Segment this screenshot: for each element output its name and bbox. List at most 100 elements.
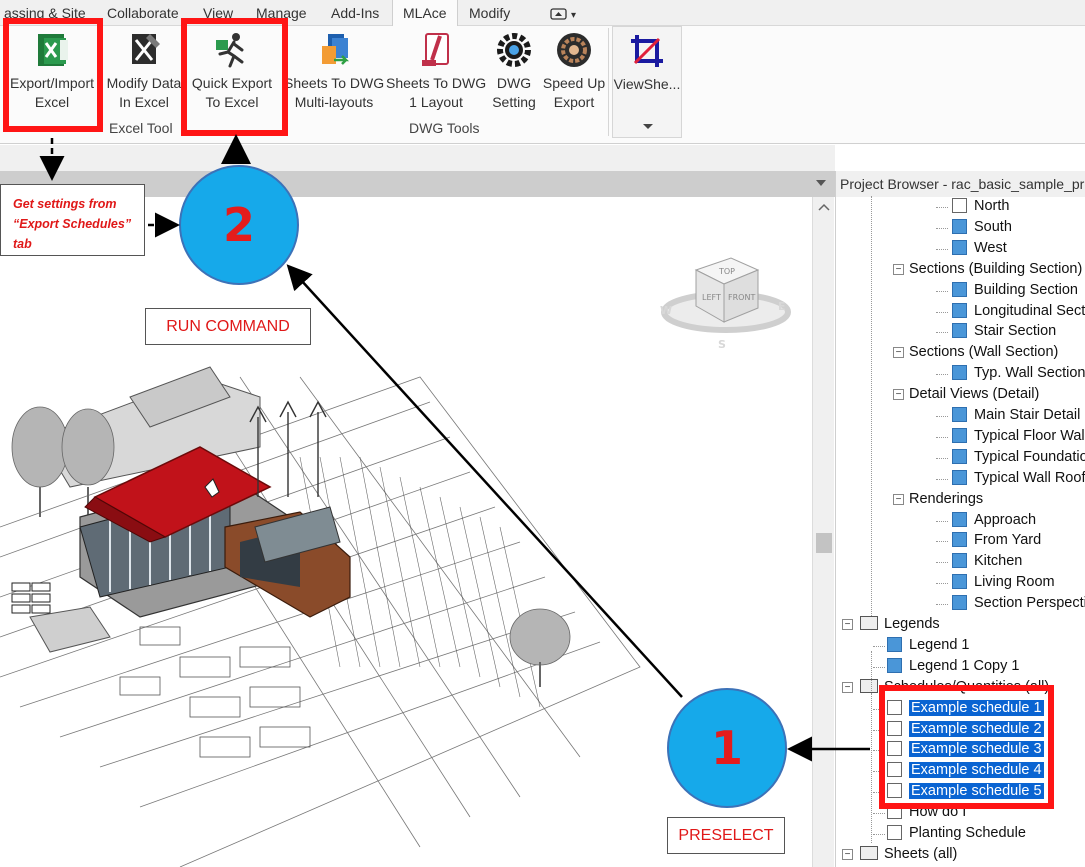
speed-up-export-label: Speed Up Export (542, 75, 606, 110)
viewsheet-label: ViewShe... (613, 76, 681, 92)
view-icon (952, 281, 967, 297)
tree-item-typical-floor-wall-conn[interactable]: Typical Floor Wall Conn (836, 426, 1085, 447)
modify-data-in-excel-button[interactable]: Modify Data In Excel (104, 30, 184, 112)
tab-add-ins[interactable]: Add-Ins (331, 0, 379, 26)
tree-item-building-section[interactable]: Building Section (836, 280, 1078, 301)
tree-item-label: Detail Views (Detail) (909, 386, 1040, 403)
run-command-label: RUN COMMAND (145, 308, 311, 345)
tab-modify[interactable]: Modify (469, 0, 510, 26)
tree-item-label: Main Stair Detail (974, 407, 1081, 423)
tree-item-detail-views-detail[interactable]: Detail Views (Detail) (836, 384, 1039, 405)
tree-item-label: Approach (974, 511, 1037, 528)
tree-item-from-yard[interactable]: From Yard (836, 530, 1041, 551)
viewsheet-button[interactable]: ViewShe... (613, 31, 681, 94)
tree-item-renderings[interactable]: Renderings (836, 489, 983, 510)
tab-mlace[interactable]: MLAce (392, 0, 458, 26)
tree-item-label: Longitudinal Section (974, 302, 1085, 319)
dwg-setting-label: DWG Setting (492, 75, 536, 110)
tree-connector (871, 693, 872, 843)
tree-item-label: Sheets (all) (884, 845, 958, 862)
tree-item-label: Kitchen (974, 553, 1023, 570)
speed-up-gear-icon (557, 33, 591, 67)
speed-up-export-button[interactable]: Speed Up Export (540, 30, 608, 112)
viewcube-s-label: S (718, 338, 726, 351)
tree-item-typ-wall-section[interactable]: Typ. Wall Section (836, 363, 1085, 384)
tree-item-legend-1-copy-1[interactable]: Legend 1 Copy 1 (836, 656, 1019, 677)
viewcube-w-label: W (660, 304, 672, 317)
sheets-to-dwg-1-layout-label: Sheets To DWG 1 Layout (386, 75, 487, 110)
tree-item-typical-foundation-det[interactable]: Typical Foundation Det (836, 447, 1085, 468)
view-icon (952, 595, 967, 611)
viewcube[interactable]: TOP LEFT FRONT W E S (656, 250, 796, 360)
scroll-up-icon[interactable] (818, 203, 830, 211)
tree-item-label: Sections (Building Section) (909, 260, 1083, 277)
options-bar (0, 145, 835, 171)
tree-item-label: West (974, 239, 1007, 256)
view-icon (952, 239, 967, 255)
tree-item-label: Legends (884, 616, 940, 632)
view-menu-dropdown-icon[interactable] (814, 178, 828, 188)
tree-item-legend-1[interactable]: Legend 1 (836, 635, 969, 656)
sheets-category-icon (860, 845, 878, 860)
tree-item-label: Stair Section (974, 323, 1057, 340)
sheets-to-dwg-multi-layouts-button[interactable]: Sheets To DWG Multi-layouts (284, 30, 384, 112)
view-icon (952, 323, 967, 339)
dwg-setting-gear-icon (497, 33, 531, 67)
sheets-to-dwg-multi-layouts-label: Sheets To DWG Multi-layouts (284, 75, 385, 110)
viewsheet-dropdown-icon[interactable] (642, 123, 654, 131)
dwg-setting-button[interactable]: DWG Setting (488, 30, 540, 112)
tree-item-planting-schedule[interactable]: Planting Schedule (836, 823, 1026, 844)
tree-connector (871, 651, 872, 691)
tree-item-sheets-all[interactable]: Sheets (all) (836, 844, 957, 865)
tree-item-kitchen[interactable]: Kitchen (836, 551, 1022, 572)
tree-item-approach[interactable]: Approach (836, 510, 1036, 531)
viewcube-front-label: FRONT (728, 293, 755, 302)
tree-item-label: Typical Floor Wall Conn (974, 427, 1085, 444)
ribbon-display-toggle[interactable]: ▾ (550, 7, 582, 21)
tree-connector (871, 196, 872, 616)
tree-item-legends[interactable]: Legends (836, 614, 940, 635)
canvas-vertical-scrollbar[interactable] (812, 197, 834, 867)
tree-item-sections-wall-section[interactable]: Sections (Wall Section) (836, 342, 1058, 363)
view-icon (952, 407, 967, 422)
ribbon-separator (608, 28, 609, 136)
tree-item-label: Typical Wall Roof Conne (974, 469, 1085, 486)
crop-view-icon (631, 35, 663, 67)
highlight-quick-export (181, 18, 288, 136)
tree-item-label: Planting Schedule (909, 825, 1026, 841)
viewcube-left-label: LEFT (702, 293, 721, 302)
note-get-settings: Get settings from “Export Schedules” tab (0, 184, 145, 256)
tree-item-label: South (974, 218, 1012, 235)
view-icon (952, 574, 967, 590)
tree-item-west[interactable]: West (836, 238, 1007, 259)
ribbon-toggle-icon: ▾ (550, 8, 576, 21)
tree-item-sections-building-section[interactable]: Sections (Building Section) (836, 259, 1082, 280)
tab-collaborate[interactable]: Collaborate (107, 0, 179, 26)
tree-item-north[interactable]: North (836, 196, 1009, 217)
scroll-thumb[interactable] (816, 533, 832, 553)
tree-item-section-perspective[interactable]: Section Perspective (836, 593, 1085, 614)
highlight-selected-schedules (879, 685, 1054, 809)
view-icon (952, 302, 967, 318)
sheets-dwg-one-icon (422, 33, 449, 66)
revit-window: assing & Site Collaborate View Manage Ad… (0, 0, 1085, 867)
legend-category-icon (860, 616, 878, 630)
tree-item-longitudinal-section[interactable]: Longitudinal Section (836, 301, 1085, 322)
tree-item-main-stair-detail[interactable]: Main Stair Detail (836, 405, 1080, 426)
view-icon (952, 511, 967, 527)
highlight-export-import (3, 18, 103, 132)
tree-item-label: Typ. Wall Section (974, 365, 1085, 382)
tree-item-stair-section[interactable]: Stair Section (836, 321, 1056, 342)
tree-item-living-room[interactable]: Living Room (836, 572, 1055, 593)
view-icon (952, 469, 967, 485)
view-icon (952, 198, 967, 213)
preselect-label: PRESELECT (667, 817, 785, 854)
tree-item-typical-wall-roof-conne[interactable]: Typical Wall Roof Conne (836, 468, 1085, 489)
tree-item-south[interactable]: South (836, 217, 1012, 238)
view-icon (952, 553, 967, 569)
excel-tool-group-label: Excel Tool (109, 120, 173, 136)
tree-item-label: From Yard (974, 532, 1042, 549)
view-icon (887, 825, 902, 840)
tree-item-label: Sections (Wall Section) (909, 344, 1059, 361)
sheets-to-dwg-1-layout-button[interactable]: Sheets To DWG 1 Layout (386, 30, 486, 112)
